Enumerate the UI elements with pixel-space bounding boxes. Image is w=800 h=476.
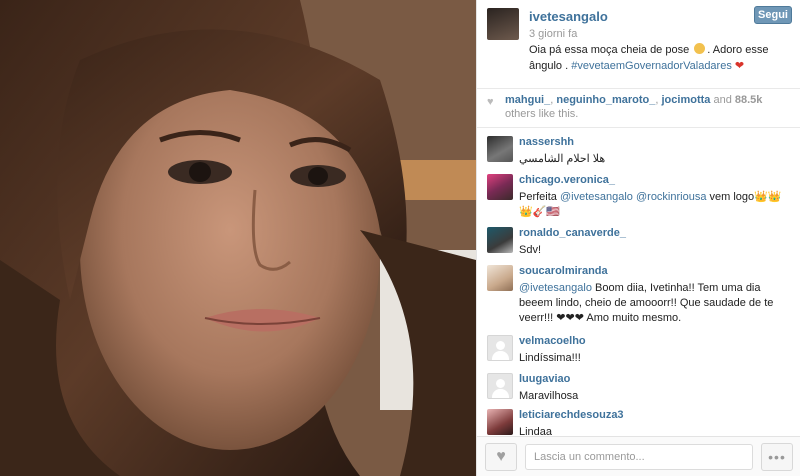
follow-button[interactable]: Segui xyxy=(754,6,792,24)
comment-username[interactable]: soucarolmiranda xyxy=(519,265,608,277)
more-options-button[interactable]: ••• xyxy=(761,443,793,471)
comment-text: Maravilhosa xyxy=(519,390,579,402)
comment-text: @ivetesangalo Boom diia, Ivetinha!! Tem … xyxy=(519,281,789,326)
comment-username[interactable]: nassershh xyxy=(519,136,574,148)
mention-link[interactable]: @ivetesangalo xyxy=(519,282,592,294)
comment-username[interactable]: velmacoelho xyxy=(519,335,586,347)
commenter-avatar[interactable] xyxy=(487,136,513,162)
comment-text: Perfeita @ivetesangalo @rockinriousa vem… xyxy=(519,190,789,220)
post-sidebar: ivetesangalo 3 giorni fa Segui Oia pá es… xyxy=(476,0,800,476)
crown-guitar-flag-emoji-icon: 👑🎸🇺🇸 xyxy=(519,206,561,218)
likes-and: and xyxy=(713,94,732,106)
commenter-avatar[interactable] xyxy=(487,409,513,435)
default-avatar-icon[interactable] xyxy=(487,335,513,361)
post-caption: Oia pá essa moça cheia de pose . Adoro e… xyxy=(529,42,787,74)
comment-prefix: Perfeita xyxy=(519,191,557,203)
comment-tail: Amo muito mesmo. xyxy=(586,312,682,324)
caption-text: Oia pá essa moça cheia de pose xyxy=(529,44,690,56)
commenter-avatar[interactable] xyxy=(487,227,513,253)
comment-username[interactable]: leticiarechdesouza3 xyxy=(519,409,624,421)
commenter-avatar[interactable] xyxy=(487,174,513,200)
likes-count[interactable]: 88.5k xyxy=(735,94,763,106)
grinning-emoji-icon xyxy=(694,43,706,54)
comment-input[interactable] xyxy=(525,444,753,470)
heart-icon: ♥ xyxy=(496,448,506,465)
comment-suffix: vem logo xyxy=(709,191,755,203)
liker-link[interactable]: mahgui_ xyxy=(505,94,550,106)
comment-username[interactable]: chicago.veronica_ xyxy=(519,174,615,186)
comment-username[interactable]: luugaviao xyxy=(519,373,570,385)
comment-footer: ♥ ••• xyxy=(477,436,800,476)
author-username[interactable]: ivetesangalo xyxy=(529,9,608,24)
comment-text: Lindaa xyxy=(519,426,553,436)
comment-username[interactable]: ronaldo_canaverde_ xyxy=(519,227,626,239)
default-avatar-icon[interactable] xyxy=(487,373,513,399)
post-timestamp[interactable]: 3 giorni fa xyxy=(529,28,577,40)
mention-link[interactable]: @ivetesangalo xyxy=(560,191,633,203)
comment-list[interactable]: nassershh هلا احلام الشامسي chicago.vero… xyxy=(477,128,800,436)
post-photo[interactable] xyxy=(0,0,476,476)
post-header: ivetesangalo 3 giorni fa Segui Oia pá es… xyxy=(477,0,800,88)
heart-icon: ♥ xyxy=(487,96,494,108)
like-button[interactable]: ♥ xyxy=(485,443,517,471)
caption-hashtag[interactable]: #vevetaemGovernadorValadares xyxy=(571,60,732,72)
more-dots-icon: ••• xyxy=(768,449,786,465)
crown-emoji-icon: 👑👑 xyxy=(754,191,782,203)
comment-text: Sdv! xyxy=(519,244,542,256)
commenter-avatar[interactable] xyxy=(487,265,513,291)
comment-text: هلا احلام الشامسي xyxy=(519,153,606,165)
liker-link[interactable]: jocimotta xyxy=(662,94,711,106)
likes-suffix: others like this. xyxy=(505,108,579,120)
liker-link[interactable]: neguinho_maroto_ xyxy=(556,94,655,106)
selfie-illustration xyxy=(0,0,476,476)
instagram-post-view: ivetesangalo 3 giorni fa Segui Oia pá es… xyxy=(0,0,800,476)
red-heart-emoji-icon: ❤ xyxy=(734,60,745,72)
mention-link[interactable]: @rockinriousa xyxy=(636,191,706,203)
hearts-emoji-icon: ❤❤❤ xyxy=(556,312,584,324)
comment-text: Lindíssima!!! xyxy=(519,352,581,364)
likes-summary: ♥ mahgui_, neguinho_maroto_, jocimotta a… xyxy=(477,88,800,128)
author-avatar[interactable] xyxy=(487,8,519,40)
